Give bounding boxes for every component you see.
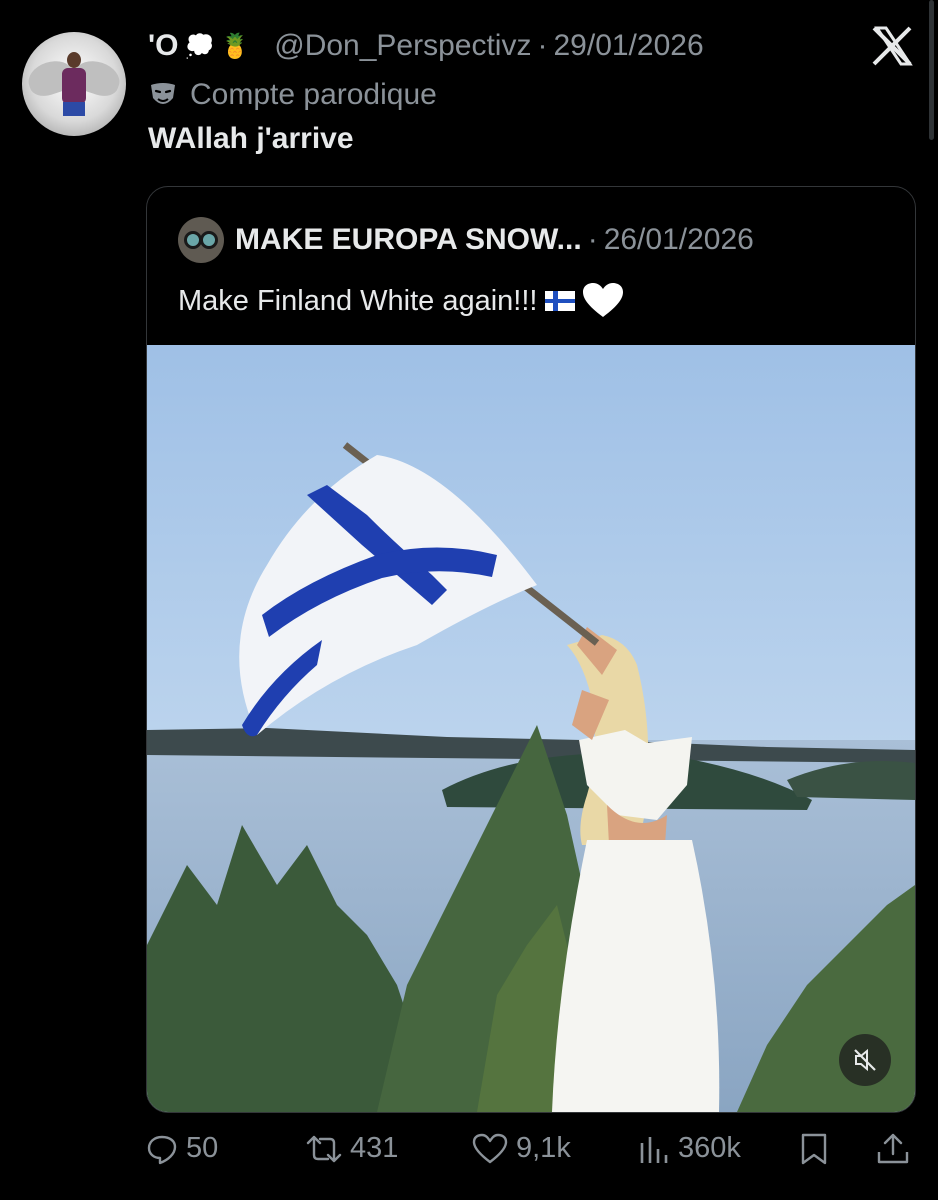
- quoted-video[interactable]: [147, 345, 915, 1112]
- parody-label: Compte parodique: [148, 78, 437, 112]
- finland-flag-emoji: [545, 291, 576, 311]
- bookmark-icon: [801, 1133, 827, 1165]
- reply-button[interactable]: 50: [146, 1132, 218, 1165]
- action-bar: 50 431 9,1k 360k: [146, 1132, 916, 1176]
- repost-count: 431: [350, 1132, 399, 1164]
- views-button[interactable]: 360k: [638, 1132, 741, 1165]
- author-display-name[interactable]: 'O: [148, 29, 178, 63]
- separator-dot: ·: [537, 29, 548, 62]
- repost-button[interactable]: 431: [306, 1132, 398, 1165]
- parody-label-text: Compte parodique: [190, 78, 437, 111]
- video-frame: [147, 345, 915, 1112]
- pineapple-emoji: 🍍: [220, 32, 251, 60]
- author-avatar[interactable]: [22, 32, 126, 136]
- quoted-tweet[interactable]: MAKE EUROPA SNOW... · 26/01/2026 Make Fi…: [146, 186, 916, 1113]
- quoted-tweet-date[interactable]: 26/01/2026: [604, 223, 754, 257]
- bookmark-button[interactable]: [798, 1132, 830, 1166]
- share-button[interactable]: [876, 1132, 910, 1166]
- tweet-text: WAllah j'arrive: [148, 122, 354, 155]
- tweet-date[interactable]: 29/01/2026: [553, 29, 703, 63]
- quoted-author-name[interactable]: MAKE EUROPA SNOW...: [235, 223, 582, 257]
- theater-mask-icon: [151, 83, 175, 104]
- mute-button[interactable]: [839, 1034, 891, 1086]
- muted-speaker-icon: [854, 1048, 876, 1072]
- quoted-author-avatar[interactable]: [178, 217, 224, 263]
- like-count: 9,1k: [516, 1132, 571, 1164]
- repost-icon: [306, 1135, 342, 1162]
- x-logo-icon: [872, 26, 913, 66]
- quoted-tweet-text-row: Make Finland White again!!!: [178, 283, 624, 319]
- quoted-tweet-text: Make Finland White again!!!: [178, 284, 538, 317]
- quoted-tweet-header: MAKE EUROPA SNOW... · 26/01/2026: [235, 223, 754, 257]
- like-button[interactable]: 9,1k: [472, 1132, 571, 1165]
- author-handle[interactable]: @Don_Perspectivz: [274, 29, 531, 63]
- tweet-header: 'O 💭 🍍 @Don_Perspectivz · 29/01/2026: [148, 26, 704, 66]
- white-heart-emoji: [583, 283, 624, 317]
- views-chart-icon: [640, 1136, 668, 1163]
- reply-count: 50: [186, 1132, 219, 1164]
- share-icon: [877, 1133, 909, 1164]
- thought-balloon-emoji: 💭: [184, 32, 215, 60]
- scrollbar[interactable]: [929, 0, 934, 140]
- heart-icon: [472, 1133, 508, 1163]
- separator-dot: ·: [587, 223, 598, 256]
- view-count: 360k: [678, 1132, 741, 1164]
- reply-icon: [147, 1135, 177, 1164]
